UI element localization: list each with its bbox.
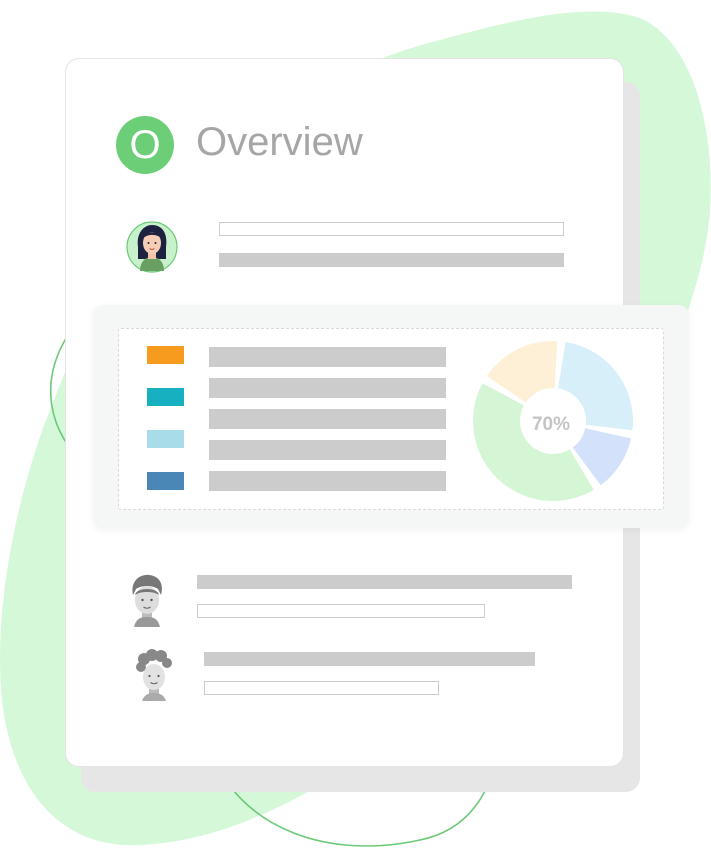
placeholder-line — [204, 652, 535, 666]
placeholder-line-outline — [204, 681, 439, 695]
donut-chart: 70% — [473, 341, 633, 501]
legend-swatch — [147, 430, 184, 448]
legend-label-placeholder — [209, 347, 446, 367]
legend-swatch — [147, 472, 184, 490]
legend-label-placeholder — [209, 440, 446, 460]
placeholder-line — [197, 575, 572, 589]
curly-hair-avatar-icon — [134, 649, 174, 701]
donut-slice-3 — [473, 383, 594, 501]
logo-letter: O — [129, 123, 161, 167]
man-avatar-icon — [128, 573, 166, 627]
woman-avatar-icon — [126, 221, 178, 273]
placeholder-line-outline — [197, 604, 485, 618]
logo-badge: O — [116, 116, 174, 174]
placeholder-line-outline — [219, 222, 564, 236]
donut-center-label: 70% — [532, 414, 570, 435]
legend-swatch — [147, 346, 184, 364]
placeholder-line — [219, 253, 564, 267]
page-title: Overview — [196, 120, 363, 164]
illustration-stage: O Overview 70% — [0, 0, 711, 849]
legend-label-placeholder — [209, 409, 446, 429]
legend-label-placeholder — [209, 471, 446, 491]
legend-swatch — [147, 388, 184, 406]
legend-label-placeholder — [209, 378, 446, 398]
